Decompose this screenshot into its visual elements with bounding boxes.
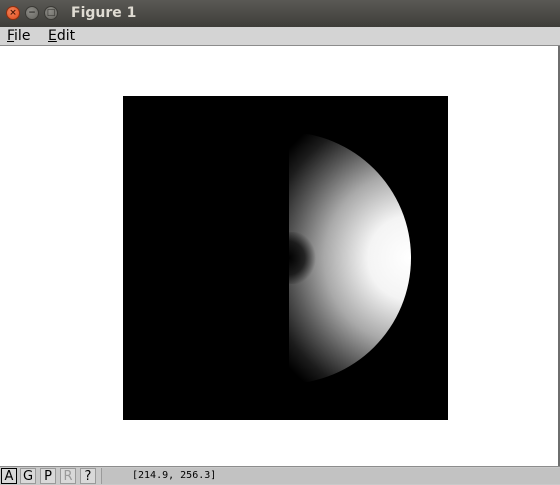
close-window-button[interactable]: × [6,6,20,20]
status-bar: A G P R ? [214.9, 256.3] [0,466,560,485]
autoscale-button[interactable]: A [1,468,17,484]
maximize-icon: □ [46,8,56,18]
menu-bar: File Edit [0,27,560,46]
window-title: Figure 1 [71,5,137,21]
menu-edit[interactable]: Edit [48,28,75,44]
minimize-icon: − [28,8,36,18]
pan-button[interactable]: P [40,468,56,484]
menu-file[interactable]: File [7,28,30,44]
help-button[interactable]: ? [80,468,96,484]
grid-button[interactable]: G [20,468,36,484]
reset-button[interactable]: R [60,468,76,484]
window-titlebar: × − □ Figure 1 [0,0,560,27]
cursor-coordinates: [214.9, 256.3] [101,468,560,484]
shaded-sphere-image [123,96,448,420]
minimize-window-button[interactable]: − [25,6,39,20]
figure-canvas[interactable] [123,96,448,420]
maximize-window-button[interactable]: □ [44,6,58,20]
close-icon: × [9,8,17,18]
